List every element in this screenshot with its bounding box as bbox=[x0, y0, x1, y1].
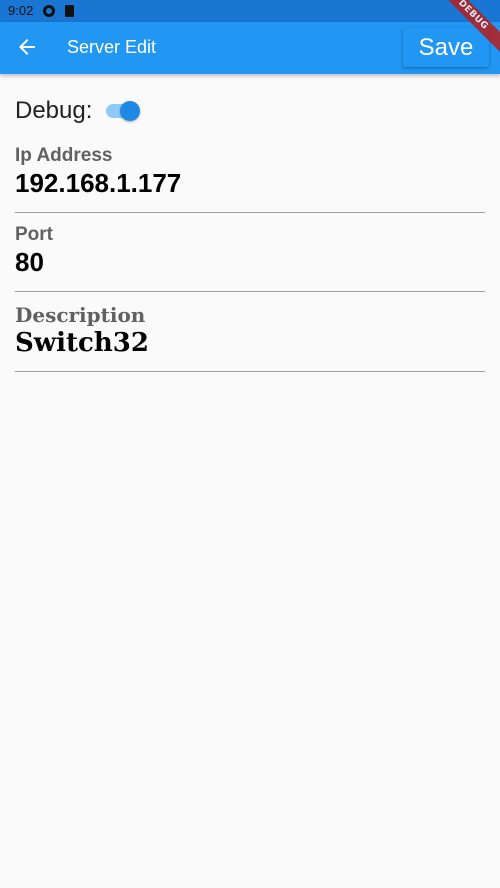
description-value[interactable]: Switch32 bbox=[15, 328, 485, 358]
port-value[interactable]: 80 bbox=[15, 247, 485, 278]
server-edit-screen: 9:02 ▼ Server Edit Save DEBUG Debug: Ip … bbox=[0, 0, 500, 888]
sd-card-icon bbox=[65, 5, 74, 17]
ip-address-field[interactable]: Ip Address 192.168.1.177 bbox=[15, 145, 485, 213]
back-button[interactable] bbox=[12, 32, 42, 62]
ip-address-label: Ip Address bbox=[15, 145, 113, 166]
port-label: Port bbox=[15, 224, 53, 245]
description-field[interactable]: Description Switch32 bbox=[15, 303, 485, 372]
status-time: 9:02 bbox=[8, 3, 34, 18]
page-title: Server Edit bbox=[67, 37, 157, 57]
status-bar: 9:02 ▼ bbox=[0, 0, 500, 22]
ip-address-value[interactable]: 192.168.1.177 bbox=[15, 168, 485, 199]
save-button[interactable]: Save bbox=[403, 28, 489, 67]
sync-icon bbox=[43, 5, 55, 17]
debug-label: Debug: bbox=[15, 97, 93, 124]
arrow-back-icon bbox=[19, 39, 35, 55]
debug-row: Debug: bbox=[15, 96, 141, 126]
description-label: Description bbox=[15, 303, 146, 327]
debug-toggle[interactable] bbox=[104, 100, 141, 122]
port-field[interactable]: Port 80 bbox=[15, 224, 485, 292]
toggle-thumb bbox=[120, 101, 141, 121]
app-bar: Server Edit Save bbox=[0, 22, 500, 74]
